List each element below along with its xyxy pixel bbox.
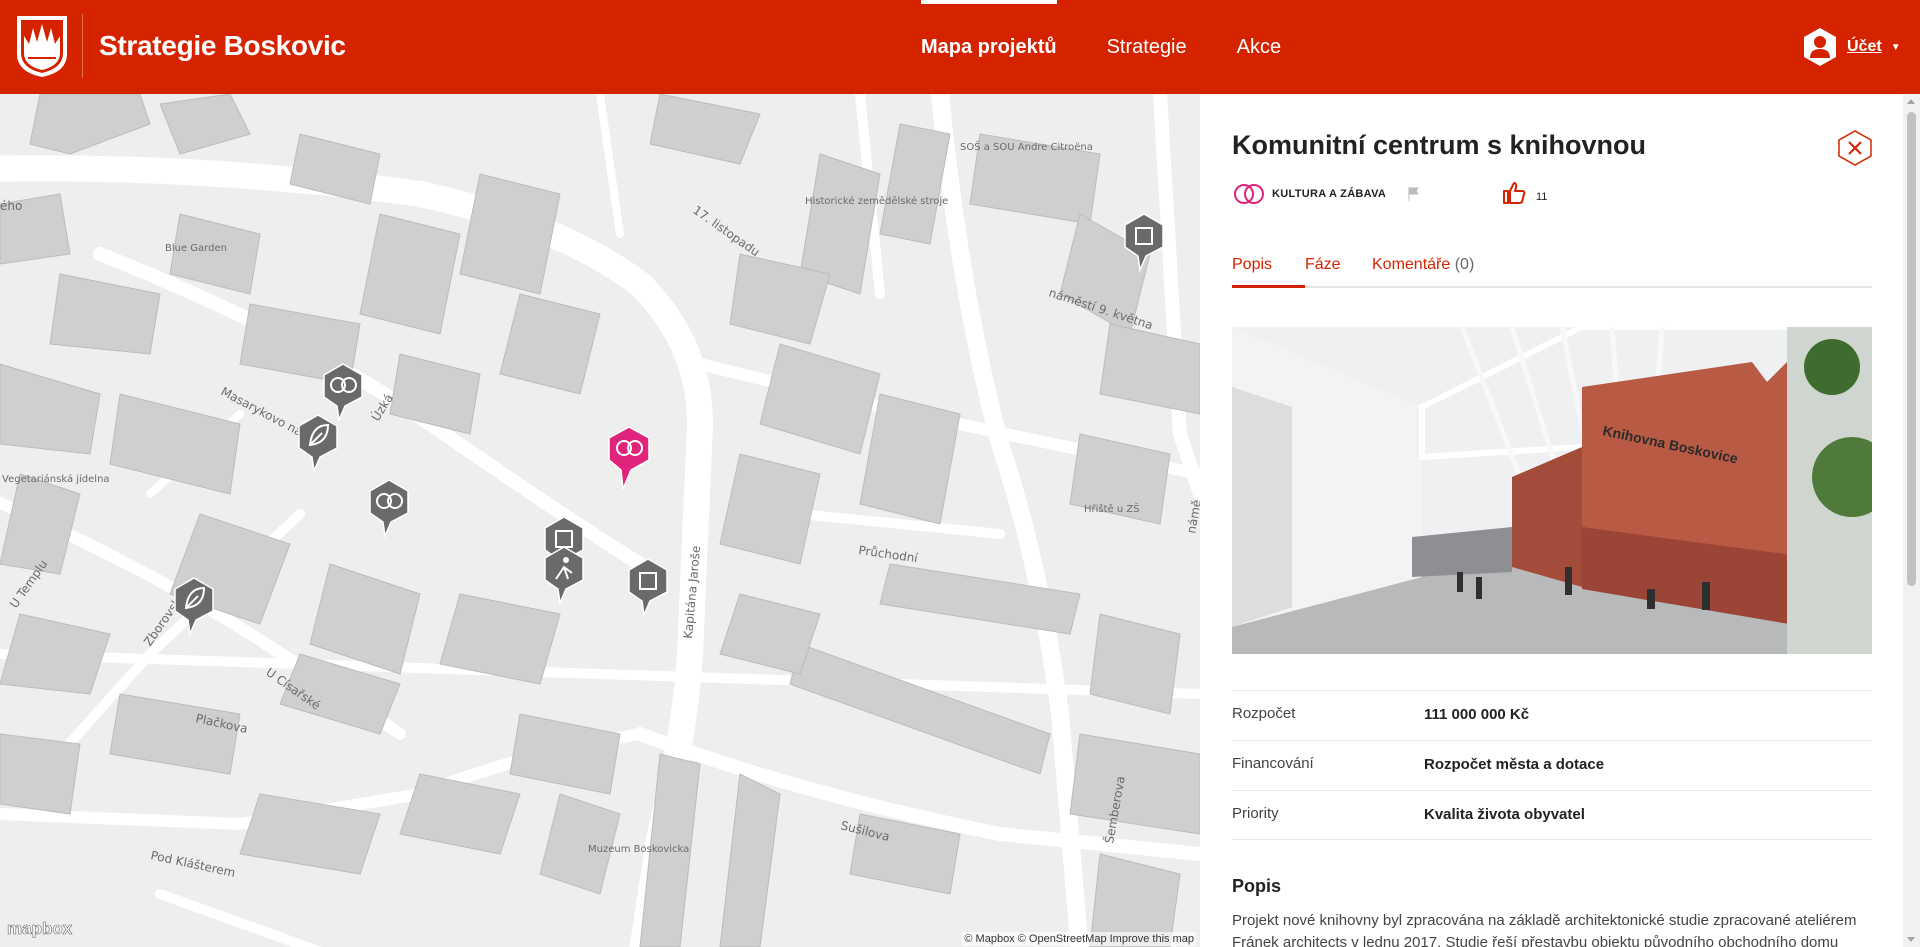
active-tab-indicator — [1232, 285, 1305, 288]
chevron-down-icon[interactable]: ▼ — [1891, 42, 1901, 53]
nav-item-strategie[interactable]: Strategie — [1107, 0, 1187, 94]
nav-item-mapa-projektu[interactable]: Mapa projektů — [921, 0, 1057, 94]
account-label[interactable]: Účet — [1847, 38, 1882, 56]
mapbox-logo[interactable]: mapbox — [7, 919, 73, 939]
map-canvas[interactable]: Masarykovo nám. Úzká 17. listopadu náměs… — [0, 94, 1200, 947]
description-text: Projekt nové knihovny byl zpracována na … — [1232, 912, 1857, 947]
tab-komentare[interactable]: Komentáře (0) — [1372, 256, 1474, 274]
map-view[interactable]: Masarykovo nám. Úzká 17. listopadu náměs… — [0, 94, 1200, 947]
project-info-table: Rozpočet 111 000 000 Kč Financování Rozp… — [1232, 690, 1872, 840]
map-marker-culture[interactable] — [369, 479, 409, 539]
map-marker-sport[interactable] — [544, 546, 584, 606]
info-row-priority: Priority Kvalita života obyvatel — [1232, 790, 1872, 840]
poi-label: SOŠ a SOU Andre Citroëna — [960, 140, 1093, 153]
boskovice-logo[interactable] — [15, 14, 69, 78]
category-label: KULTURA A ZÁBAVA — [1272, 188, 1387, 200]
info-row-financing: Financování Rozpočet města a dotace — [1232, 740, 1872, 790]
poi-label: Hřiště u ZŠ — [1084, 502, 1140, 515]
street-label: ého — [0, 199, 22, 213]
description-heading: Popis — [1232, 876, 1282, 896]
poi-label: Blue Garden — [165, 243, 227, 254]
map-marker-culture[interactable] — [323, 363, 363, 423]
map-attribution: © Mapbox © OpenStreetMap Improve this ma… — [962, 932, 1196, 946]
close-icon[interactable] — [1837, 130, 1873, 166]
scroll-thumb[interactable] — [1907, 112, 1916, 586]
info-label: Financování — [1232, 755, 1314, 772]
detail-tabs: Popis Fáze Komentáře (0) — [1232, 256, 1872, 288]
project-detail-panel: Komunitní centrum s knihovnou KULTURA A … — [1200, 94, 1920, 947]
scroll-up-icon[interactable] — [1907, 99, 1915, 104]
user-avatar-icon — [1804, 28, 1836, 66]
tab-komentare-label: Komentáře — [1372, 256, 1451, 273]
nav-item-akce[interactable]: Akce — [1237, 0, 1281, 94]
map-marker-environment[interactable] — [298, 414, 338, 474]
street-label: Pod Klášterem — [149, 848, 236, 880]
brand-title[interactable]: Strategie Boskovic — [99, 30, 346, 62]
project-title: Komunitní centrum s knihovnou — [1232, 130, 1647, 160]
account-menu[interactable]: Účet ▼ — [1802, 27, 1901, 67]
top-bar: Strategie Boskovic Mapa projektů Strateg… — [0, 0, 1920, 94]
improve-map-link[interactable]: Improve this map — [1110, 933, 1194, 945]
tab-faze[interactable]: Fáze — [1305, 256, 1341, 274]
poi-label: Vegetariánská jídelna — [2, 473, 110, 485]
info-value: Kvalita života obyvatel — [1424, 806, 1585, 823]
like-count: 11 — [1536, 191, 1548, 203]
street-label: 17. listopadu — [690, 203, 762, 259]
thumbs-up-icon[interactable] — [1502, 181, 1526, 205]
info-label: Priority — [1232, 805, 1279, 822]
culture-icon — [1234, 184, 1264, 204]
info-row-budget: Rozpočet 111 000 000 Kč — [1232, 690, 1872, 740]
street-label: námě — [1184, 499, 1200, 535]
tab-popis[interactable]: Popis — [1232, 256, 1272, 274]
map-marker-culture-selected[interactable] — [608, 426, 650, 490]
poi-label: Historické zemědělské stroje — [805, 195, 948, 207]
main-nav: Mapa projektů Strategie Akce — [921, 0, 1281, 94]
attribution-text[interactable]: © Mapbox © OpenStreetMap — [964, 933, 1106, 945]
map-marker-education[interactable] — [628, 558, 668, 618]
panel-scrollbar[interactable] — [1903, 94, 1920, 947]
brand-divider — [82, 14, 83, 78]
info-value: 111 000 000 Kč — [1424, 706, 1530, 723]
scroll-down-icon[interactable] — [1907, 937, 1915, 942]
info-label: Rozpočet — [1232, 705, 1296, 722]
info-value: Rozpočet města a dotace — [1424, 756, 1605, 773]
project-photo[interactable]: Knihovna Boskovice — [1232, 327, 1872, 654]
poi-label: Muzeum Boskovicka — [588, 844, 689, 855]
flag-icon[interactable] — [1408, 187, 1420, 201]
comment-count: (0) — [1454, 256, 1475, 273]
street-label: Průchodní — [858, 543, 920, 565]
project-meta: KULTURA A ZÁBAVA — [1232, 182, 1420, 206]
